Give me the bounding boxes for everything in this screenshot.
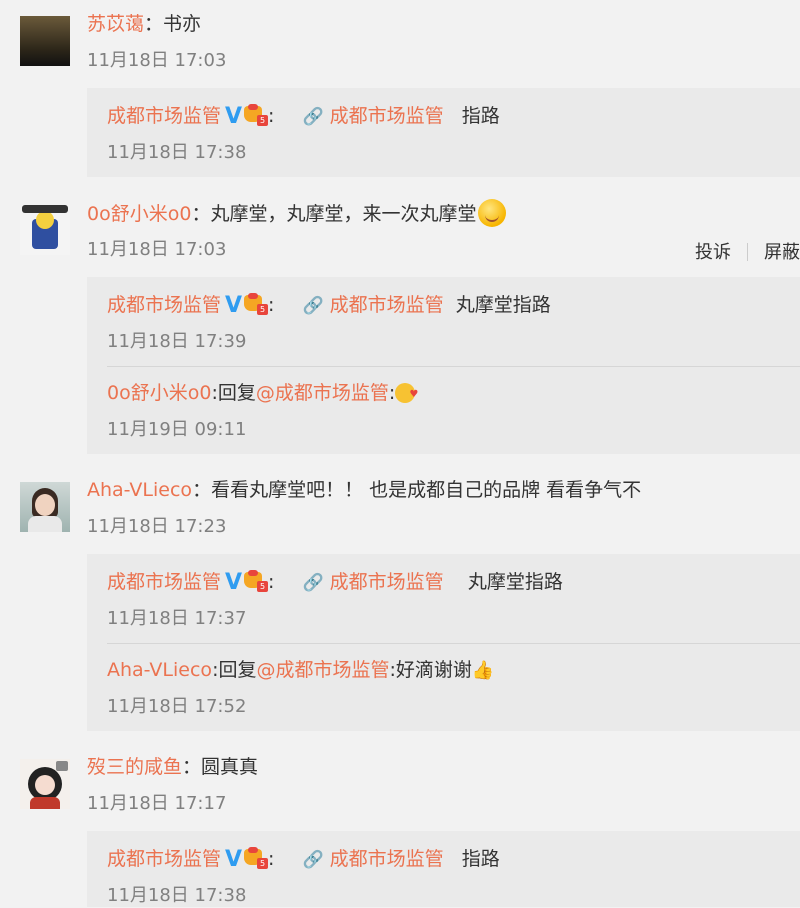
reply-text: 丸摩堂指路 — [467, 571, 563, 593]
reply-timestamp: 11月19日 09:11 — [107, 419, 247, 440]
colon: : — [268, 294, 275, 316]
reply-line: 0o舒小米o0:回复@成都市场监管: — [107, 379, 418, 409]
crown-level-icon: 5 — [244, 570, 269, 592]
reply-line: Aha-VLieco:回复@成都市场监管:好滴谢谢👍 — [107, 656, 494, 685]
comment-timestamp: 11月18日 17:17 — [87, 793, 227, 814]
comment-text: 圆真真 — [201, 756, 259, 778]
comment-line: Aha-VLieco：看看丸摩堂吧！！ 也是成都自己的品牌 看看争气不 — [87, 476, 641, 504]
username-link[interactable]: 歿三的咸鱼 — [87, 756, 182, 778]
reply-prefix: 回复 — [217, 382, 256, 404]
verified-icon: V — [225, 847, 243, 872]
link-icon[interactable]: 🔗 — [302, 569, 323, 597]
comment-timestamp: 11月18日 17:03 — [87, 239, 227, 260]
link-icon[interactable]: 🔗 — [302, 292, 323, 320]
avatar[interactable] — [20, 205, 70, 255]
comment-timestamp: 11月18日 17:23 — [87, 516, 227, 537]
username-link[interactable]: Aha-VLieco — [87, 479, 192, 501]
comment-text: 丸摩堂，丸摩堂，来一次丸摩堂 — [210, 203, 477, 225]
crown-level-icon: 5 — [244, 847, 269, 869]
reply-line: 成都市场监管 V 5: 🔗 成都市场监管 丸摩堂指路 — [107, 568, 563, 597]
reply-box: 成都市场监管 V 5: 🔗 成都市场监管 丸摩堂指路 11月18日 17:37 Aha-… — [87, 554, 800, 731]
reply-text: :好滴谢谢 — [389, 659, 472, 681]
thumbs-up-icon: 👍 — [471, 660, 495, 681]
reply-timestamp: 11月18日 17:39 — [107, 331, 247, 352]
reply-prefix: 回复 — [218, 659, 257, 681]
username-link[interactable]: 0o舒小米o0 — [87, 203, 191, 225]
verified-icon: V — [225, 104, 243, 129]
weibo-link[interactable]: 成都市场监管 — [330, 848, 444, 870]
colon: ： — [182, 756, 202, 778]
weibo-link[interactable]: 成都市场监管 — [330, 105, 444, 127]
reply-text: 指路 — [461, 848, 500, 870]
colon: : — [268, 571, 275, 593]
comment-actions: 投诉 屏蔽 — [695, 238, 800, 264]
colon: ： — [192, 479, 212, 501]
block-button[interactable]: 屏蔽 — [764, 242, 800, 263]
reply-username-link[interactable]: 成都市场监管 — [107, 571, 221, 593]
reply-username-link[interactable]: 成都市场监管 — [107, 105, 221, 127]
reply-box: 成都市场监管 V 5: 🔗 成都市场监管 丸摩堂指路 11月18日 17:39 0o舒小… — [87, 277, 800, 454]
reply-username-link[interactable]: 成都市场监管 — [107, 294, 221, 316]
colon: : — [268, 848, 275, 870]
reply-box: 成都市场监管 V 5: 🔗 成都市场监管 指路 11月18日 17:38 — [87, 88, 800, 177]
colon: : — [268, 105, 275, 127]
colon: ： — [144, 13, 164, 35]
reply-username-link[interactable]: Aha-VLieco — [107, 659, 212, 681]
comment-timestamp: 11月18日 17:03 — [87, 50, 227, 71]
smile-emoji-icon — [478, 199, 507, 227]
reply-text: 指路 — [461, 105, 500, 127]
verified-icon: V — [225, 570, 243, 595]
weibo-link[interactable]: 成都市场监管 — [330, 294, 444, 316]
avatar[interactable] — [20, 759, 70, 809]
verified-icon: V — [225, 293, 243, 318]
reply-line: 成都市场监管 V 5: 🔗 成都市场监管 丸摩堂指路 — [107, 291, 551, 320]
reply-text: 丸摩堂指路 — [455, 294, 551, 316]
avatar[interactable] — [20, 482, 70, 532]
reply-username-link[interactable]: 0o舒小米o0 — [107, 382, 211, 404]
reply-timestamp: 11月18日 17:38 — [107, 142, 247, 163]
reply-username-link[interactable]: 成都市场监管 — [107, 848, 221, 870]
crown-level-icon: 5 — [244, 293, 269, 315]
crown-level-icon: 5 — [244, 104, 269, 126]
mention-link[interactable]: @成都市场监管 — [256, 382, 389, 404]
comment-text: 看看丸摩堂吧！！ 也是成都自己的品牌 看看争气不 — [211, 479, 642, 501]
mention-link[interactable]: @成都市场监管 — [256, 659, 389, 681]
reply-timestamp: 11月18日 17:38 — [107, 885, 247, 906]
link-icon[interactable]: 🔗 — [302, 846, 323, 874]
reply-box: 成都市场监管 V 5: 🔗 成都市场监管 指路 11月18日 17:38 — [87, 831, 800, 907]
comment-line: 歿三的咸鱼：圆真真 — [87, 753, 258, 781]
comment-text: 书亦 — [163, 13, 202, 35]
reply-line: 成都市场监管 V 5: 🔗 成都市场监管 指路 — [107, 845, 500, 874]
reply-divider — [107, 643, 800, 644]
reply-line: 成都市场监管 V 5: 🔗 成都市场监管 指路 — [107, 102, 500, 131]
colon: ： — [191, 203, 211, 225]
comment-line: 0o舒小米o0：丸摩堂，丸摩堂，来一次丸摩堂 — [87, 199, 507, 228]
weibo-link[interactable]: 成都市场监管 — [330, 571, 444, 593]
kiss-emoji-icon — [395, 381, 418, 409]
comment-line: 苏苡蔼：书亦 — [87, 10, 201, 38]
reply-divider — [107, 366, 800, 367]
report-button[interactable]: 投诉 — [695, 242, 731, 263]
divider — [747, 243, 748, 261]
username-link[interactable]: 苏苡蔼 — [87, 13, 144, 35]
link-icon[interactable]: 🔗 — [302, 103, 323, 131]
reply-timestamp: 11月18日 17:37 — [107, 608, 247, 629]
reply-timestamp: 11月18日 17:52 — [107, 696, 247, 717]
avatar[interactable] — [20, 16, 70, 66]
